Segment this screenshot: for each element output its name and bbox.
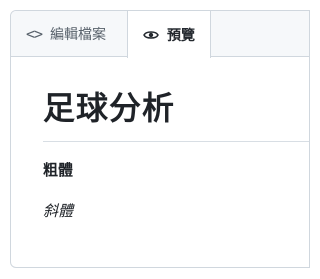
tab-preview[interactable]: 預覽	[127, 11, 211, 58]
tab-edit-file[interactable]: <> 編輯檔案	[11, 11, 127, 57]
italic-paragraph: 斜體	[43, 202, 74, 220]
tab-preview-label: 預覽	[167, 27, 195, 44]
preview-content: 足球分析 粗體 斜體	[11, 58, 309, 267]
heading-divider	[43, 141, 309, 142]
eye-icon	[142, 26, 160, 44]
code-icon: <>	[25, 24, 43, 43]
tab-bar: <> 編輯檔案 預覽	[11, 11, 309, 58]
tab-edit-file-label: 編輯檔案	[50, 27, 106, 43]
bold-paragraph: 粗體	[43, 161, 74, 179]
document-heading: 足球分析	[43, 89, 176, 127]
editor-panel: <> 編輯檔案 預覽 足球分析 粗體 斜體	[10, 10, 310, 268]
